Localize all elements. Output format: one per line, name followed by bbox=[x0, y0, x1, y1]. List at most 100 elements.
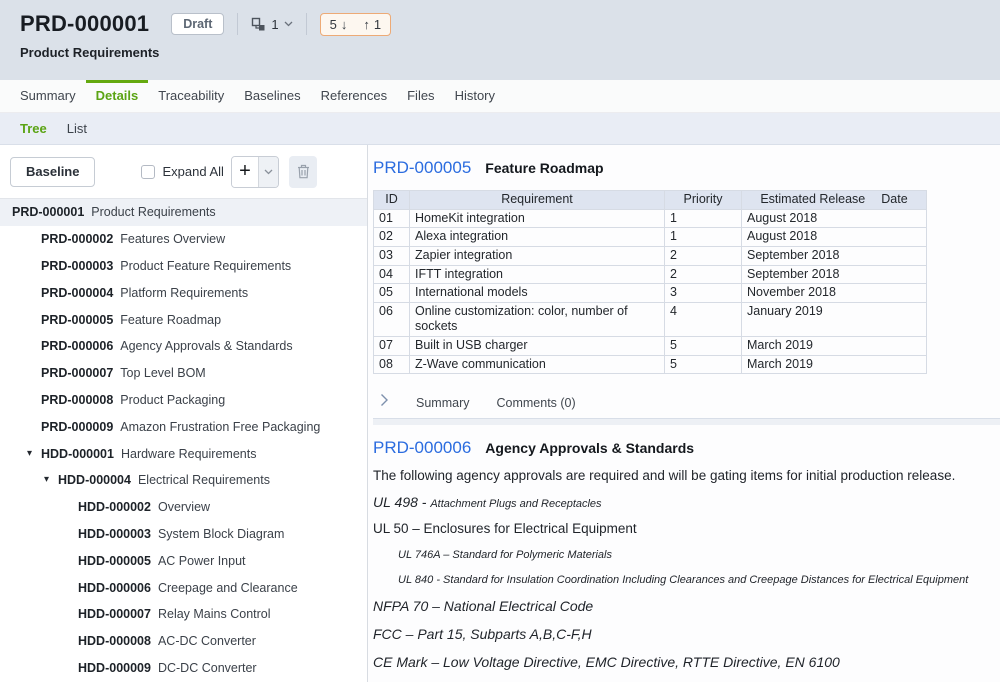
caret-down-icon[interactable]: ▾ bbox=[27, 449, 41, 459]
item-name: Agency Approvals & Standards bbox=[485, 440, 694, 456]
subtab-tree[interactable]: Tree bbox=[10, 121, 57, 136]
table-cell: September 2018 bbox=[742, 265, 927, 284]
tree-item-prd-000009[interactable]: PRD-000009 Amazon Frustration Free Packag… bbox=[0, 413, 367, 440]
version-selector[interactable]: 1 bbox=[251, 17, 292, 32]
item-id-link[interactable]: PRD-000006 bbox=[373, 438, 471, 458]
project-tree-panel: Baseline Expand All + bbox=[0, 145, 368, 682]
tab-details[interactable]: Details bbox=[86, 80, 149, 112]
tab-files[interactable]: Files bbox=[397, 80, 444, 112]
caret-down-icon[interactable]: ▾ bbox=[44, 475, 58, 485]
tree-item-hdd-000007[interactable]: HDD-000007Relay Mains Control bbox=[0, 601, 367, 628]
tab-traceability[interactable]: Traceability bbox=[148, 80, 234, 112]
tree-item-hdd-000006[interactable]: HDD-000006 Creepage and Clearance bbox=[0, 574, 367, 601]
item-section-prd-000005: PRD-000005 Feature Roadmap IDRequirement… bbox=[368, 145, 1000, 425]
expand-chevron-icon[interactable] bbox=[380, 393, 389, 412]
tree-item-hdd-000002[interactable]: HDD-000002Overview bbox=[0, 494, 367, 521]
status-badge: Draft bbox=[171, 13, 224, 35]
tree-item-code: HDD-000001 bbox=[41, 447, 114, 461]
item-id-link[interactable]: PRD-000005 bbox=[373, 158, 471, 178]
downstream-count: 5 bbox=[330, 17, 337, 32]
tree-item-hdd-000003[interactable]: HDD-000003System Block Diagram bbox=[0, 521, 367, 548]
expand-all-checkbox[interactable] bbox=[141, 165, 155, 179]
tree-item-hdd-000001[interactable]: ▾HDD-000001 Hardware Requirements bbox=[0, 440, 367, 467]
table-row: 05International models3November 2018 bbox=[374, 284, 927, 303]
standard-line: UL 50 – Enclosures for Electrical Equipm… bbox=[373, 521, 1000, 536]
tree-item-prd-000008[interactable]: PRD-000008Product Packaging bbox=[0, 387, 367, 414]
tree-item-name: Amazon Frustration Free Packaging bbox=[120, 420, 320, 434]
tree-item-prd-000007[interactable]: PRD-000007 Top Level BOM bbox=[0, 360, 367, 387]
tree-item-prd-000003[interactable]: PRD-000003Product Feature Requirements bbox=[0, 253, 367, 280]
tree-item-code: HDD-000005 bbox=[78, 554, 151, 568]
tree-item-prd-000005[interactable]: PRD-000005Feature Roadmap bbox=[0, 306, 367, 333]
tree-item-code: PRD-000002 bbox=[41, 232, 113, 246]
tree-item-code: PRD-000001 bbox=[12, 205, 84, 219]
tree-item-code: HDD-000009 bbox=[78, 661, 151, 675]
item-version-icon bbox=[251, 17, 266, 32]
tab-references[interactable]: References bbox=[311, 80, 397, 112]
table-row: 03Zapier integration2September 2018 bbox=[374, 246, 927, 265]
standard-line: UL 840 - Standard for Insulation Coordin… bbox=[373, 574, 1000, 586]
tree-item-name: Hardware Requirements bbox=[121, 447, 256, 461]
tree-item-code: HDD-000004 bbox=[58, 473, 131, 487]
summary-tab[interactable]: Summary bbox=[416, 396, 469, 410]
table-row: 07Built in USB charger5March 2019 bbox=[374, 337, 927, 356]
tree-item-hdd-000005[interactable]: HDD-000005AC Power Input bbox=[0, 547, 367, 574]
tree-item-name: Feature Roadmap bbox=[120, 313, 221, 327]
trash-icon bbox=[297, 164, 310, 179]
table-cell: 04 bbox=[374, 265, 410, 284]
table-cell: August 2018 bbox=[742, 228, 927, 247]
table-cell: 2 bbox=[665, 265, 742, 284]
add-item-menu-button[interactable] bbox=[259, 157, 278, 187]
tree-item-code: PRD-000007 bbox=[41, 366, 113, 380]
tree-item-prd-000001[interactable]: PRD-000001Product Requirements bbox=[0, 199, 367, 226]
table-row: 08Z-Wave communication5March 2019 bbox=[374, 355, 927, 374]
column-header: ID bbox=[374, 191, 410, 210]
tree-item-hdd-000009[interactable]: HDD-000009DC-DC Converter bbox=[0, 655, 367, 682]
expand-all-control[interactable]: Expand All bbox=[141, 164, 223, 179]
item-subtitle: Product Requirements bbox=[20, 45, 1000, 60]
tab-summary[interactable]: Summary bbox=[10, 80, 86, 112]
table-row: 04IFTT integration2September 2018 bbox=[374, 265, 927, 284]
tree-item-prd-000006[interactable]: PRD-000006Agency Approvals & Standards bbox=[0, 333, 367, 360]
standard-line: UL 498 - Attachment Plugs and Receptacle… bbox=[373, 494, 1000, 510]
tree-item-code: HDD-000006 bbox=[78, 581, 151, 595]
tree-item-name: Top Level BOM bbox=[120, 366, 205, 380]
relationship-count-badge[interactable]: 5 ↓ ↑ 1 bbox=[320, 13, 391, 36]
tab-history[interactable]: History bbox=[445, 80, 505, 112]
standards-list: UL 498 - Attachment Plugs and Receptacle… bbox=[373, 494, 1000, 682]
delete-item-button[interactable] bbox=[289, 156, 317, 188]
feature-roadmap-table: IDRequirementPriorityEstimated ReleaseDa… bbox=[373, 190, 927, 374]
divider bbox=[237, 13, 238, 35]
table-cell: March 2019 bbox=[742, 337, 927, 356]
tree-item-name: Creepage and Clearance bbox=[158, 581, 298, 595]
plus-icon: + bbox=[239, 160, 251, 183]
tree-item-code: PRD-000009 bbox=[41, 420, 113, 434]
table-row: 02Alexa integration1August 2018 bbox=[374, 228, 927, 247]
tree-item-code: PRD-000006 bbox=[41, 339, 113, 353]
tree-item-prd-000004[interactable]: PRD-000004Platform Requirements bbox=[0, 279, 367, 306]
comments-tab[interactable]: Comments (0) bbox=[496, 396, 575, 410]
standard-line: CE Mark – Low Voltage Directive, EMC Dir… bbox=[373, 654, 1000, 670]
column-header: Requirement bbox=[410, 191, 665, 210]
tree-item-prd-000002[interactable]: PRD-000002Features Overview bbox=[0, 226, 367, 253]
tree-item-name: AC-DC Converter bbox=[158, 634, 256, 648]
main-tabbar: SummaryDetailsTraceabilityBaselinesRefer… bbox=[0, 80, 1000, 113]
tree-item-name: Electrical Requirements bbox=[138, 473, 270, 487]
add-item-button[interactable]: + bbox=[232, 157, 259, 187]
baseline-button[interactable]: Baseline bbox=[10, 157, 95, 187]
view-subtabbar: TreeList bbox=[0, 113, 1000, 145]
standard-detail: Attachment Plugs and Receptacles bbox=[430, 498, 601, 510]
tree-item-code: PRD-000003 bbox=[41, 259, 113, 273]
subtab-list[interactable]: List bbox=[57, 121, 97, 136]
table-cell: Z-Wave communication bbox=[410, 355, 665, 374]
tree-item-hdd-000008[interactable]: HDD-000008AC-DC Converter bbox=[0, 628, 367, 655]
item-section-prd-000006: PRD-000006 Agency Approvals & Standards … bbox=[368, 425, 1000, 682]
tree-item-hdd-000004[interactable]: ▾HDD-000004 Electrical Requirements bbox=[0, 467, 367, 494]
divider bbox=[306, 13, 307, 35]
tree-item-code: HDD-000002 bbox=[78, 500, 151, 514]
section-divider bbox=[373, 418, 1000, 425]
table-cell: 3 bbox=[665, 284, 742, 303]
tree-item-code: HDD-000003 bbox=[78, 527, 151, 541]
table-cell: 07 bbox=[374, 337, 410, 356]
tab-baselines[interactable]: Baselines bbox=[234, 80, 310, 112]
